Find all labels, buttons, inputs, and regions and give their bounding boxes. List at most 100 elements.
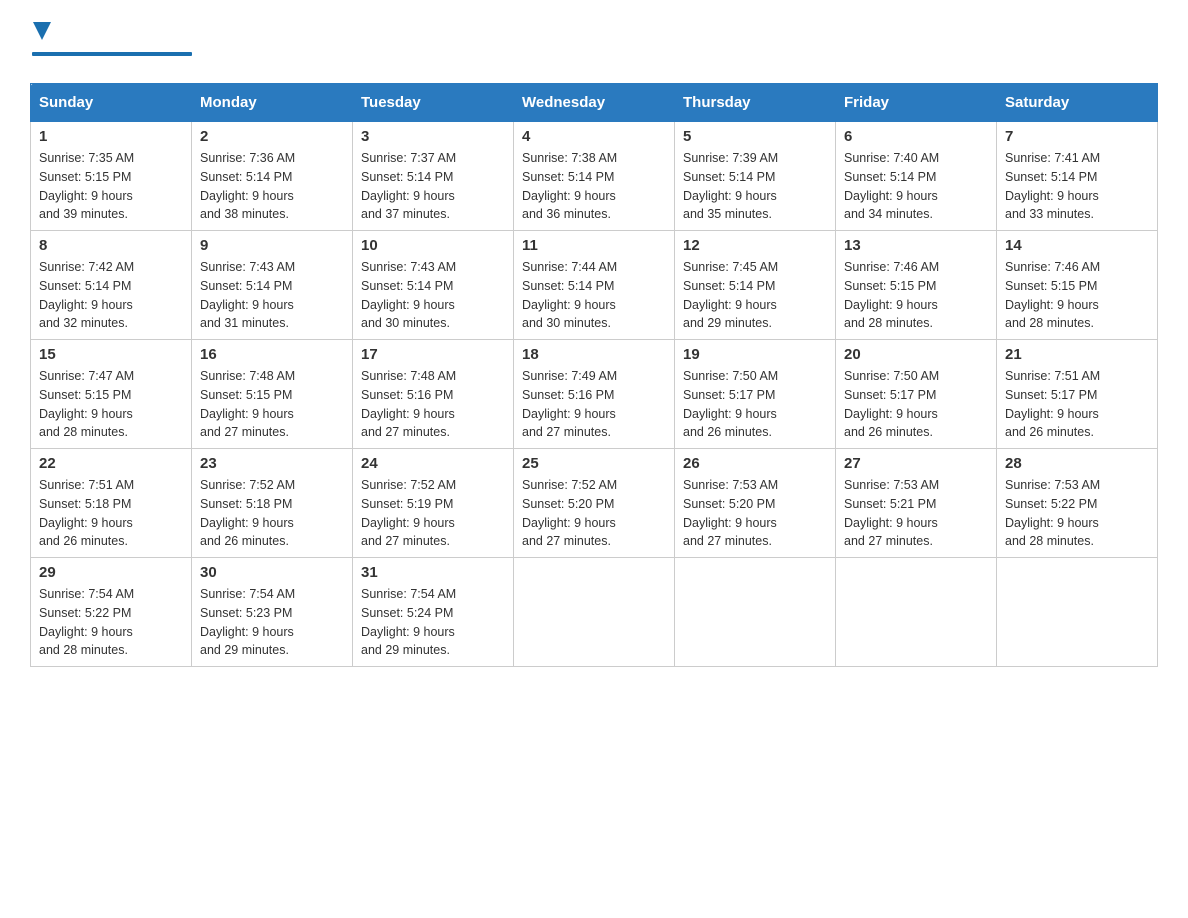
day-info: Sunrise: 7:52 AM Sunset: 5:18 PM Dayligh… — [200, 476, 344, 551]
calendar-cell: 22 Sunrise: 7:51 AM Sunset: 5:18 PM Dayl… — [31, 449, 192, 558]
day-info: Sunrise: 7:49 AM Sunset: 5:16 PM Dayligh… — [522, 367, 666, 442]
header-monday: Monday — [192, 84, 353, 122]
day-number: 10 — [361, 237, 505, 254]
calendar-cell: 24 Sunrise: 7:52 AM Sunset: 5:19 PM Dayl… — [353, 449, 514, 558]
day-info: Sunrise: 7:40 AM Sunset: 5:14 PM Dayligh… — [844, 149, 988, 224]
calendar-cell: 12 Sunrise: 7:45 AM Sunset: 5:14 PM Dayl… — [675, 231, 836, 340]
week-row-4: 22 Sunrise: 7:51 AM Sunset: 5:18 PM Dayl… — [31, 449, 1158, 558]
header-tuesday: Tuesday — [353, 84, 514, 122]
day-info: Sunrise: 7:48 AM Sunset: 5:16 PM Dayligh… — [361, 367, 505, 442]
calendar-cell: 16 Sunrise: 7:48 AM Sunset: 5:15 PM Dayl… — [192, 340, 353, 449]
logo-triangle-icon — [33, 22, 51, 40]
week-row-1: 1 Sunrise: 7:35 AM Sunset: 5:15 PM Dayli… — [31, 122, 1158, 231]
calendar-cell: 20 Sunrise: 7:50 AM Sunset: 5:17 PM Dayl… — [836, 340, 997, 449]
day-info: Sunrise: 7:54 AM Sunset: 5:23 PM Dayligh… — [200, 585, 344, 660]
day-number: 15 — [39, 346, 183, 363]
day-info: Sunrise: 7:52 AM Sunset: 5:19 PM Dayligh… — [361, 476, 505, 551]
day-info: Sunrise: 7:52 AM Sunset: 5:20 PM Dayligh… — [522, 476, 666, 551]
calendar-cell: 13 Sunrise: 7:46 AM Sunset: 5:15 PM Dayl… — [836, 231, 997, 340]
calendar-table: Sunday Monday Tuesday Wednesday Thursday… — [30, 83, 1158, 667]
day-info: Sunrise: 7:42 AM Sunset: 5:14 PM Dayligh… — [39, 258, 183, 333]
day-info: Sunrise: 7:51 AM Sunset: 5:18 PM Dayligh… — [39, 476, 183, 551]
day-info: Sunrise: 7:53 AM Sunset: 5:20 PM Dayligh… — [683, 476, 827, 551]
day-info: Sunrise: 7:53 AM Sunset: 5:22 PM Dayligh… — [1005, 476, 1149, 551]
day-info: Sunrise: 7:41 AM Sunset: 5:14 PM Dayligh… — [1005, 149, 1149, 224]
calendar-cell: 19 Sunrise: 7:50 AM Sunset: 5:17 PM Dayl… — [675, 340, 836, 449]
header-row: Sunday Monday Tuesday Wednesday Thursday… — [31, 84, 1158, 122]
calendar-cell: 28 Sunrise: 7:53 AM Sunset: 5:22 PM Dayl… — [997, 449, 1158, 558]
day-number: 17 — [361, 346, 505, 363]
day-number: 21 — [1005, 346, 1149, 363]
calendar-cell: 31 Sunrise: 7:54 AM Sunset: 5:24 PM Dayl… — [353, 558, 514, 667]
day-info: Sunrise: 7:39 AM Sunset: 5:14 PM Dayligh… — [683, 149, 827, 224]
calendar-cell — [836, 558, 997, 667]
day-number: 27 — [844, 455, 988, 472]
day-number: 18 — [522, 346, 666, 363]
day-info: Sunrise: 7:54 AM Sunset: 5:22 PM Dayligh… — [39, 585, 183, 660]
calendar-cell: 14 Sunrise: 7:46 AM Sunset: 5:15 PM Dayl… — [997, 231, 1158, 340]
day-number: 11 — [522, 237, 666, 254]
day-number: 14 — [1005, 237, 1149, 254]
calendar-cell: 18 Sunrise: 7:49 AM Sunset: 5:16 PM Dayl… — [514, 340, 675, 449]
day-info: Sunrise: 7:47 AM Sunset: 5:15 PM Dayligh… — [39, 367, 183, 442]
calendar-cell: 8 Sunrise: 7:42 AM Sunset: 5:14 PM Dayli… — [31, 231, 192, 340]
calendar-cell: 5 Sunrise: 7:39 AM Sunset: 5:14 PM Dayli… — [675, 122, 836, 231]
day-number: 26 — [683, 455, 827, 472]
day-number: 12 — [683, 237, 827, 254]
day-number: 24 — [361, 455, 505, 472]
day-number: 13 — [844, 237, 988, 254]
header-friday: Friday — [836, 84, 997, 122]
calendar-cell: 4 Sunrise: 7:38 AM Sunset: 5:14 PM Dayli… — [514, 122, 675, 231]
day-info: Sunrise: 7:36 AM Sunset: 5:14 PM Dayligh… — [200, 149, 344, 224]
day-number: 2 — [200, 128, 344, 145]
header-thursday: Thursday — [675, 84, 836, 122]
calendar-cell: 23 Sunrise: 7:52 AM Sunset: 5:18 PM Dayl… — [192, 449, 353, 558]
day-number: 1 — [39, 128, 183, 145]
day-info: Sunrise: 7:53 AM Sunset: 5:21 PM Dayligh… — [844, 476, 988, 551]
day-info: Sunrise: 7:48 AM Sunset: 5:15 PM Dayligh… — [200, 367, 344, 442]
calendar-cell: 26 Sunrise: 7:53 AM Sunset: 5:20 PM Dayl… — [675, 449, 836, 558]
calendar-cell: 25 Sunrise: 7:52 AM Sunset: 5:20 PM Dayl… — [514, 449, 675, 558]
header-saturday: Saturday — [997, 84, 1158, 122]
day-info: Sunrise: 7:44 AM Sunset: 5:14 PM Dayligh… — [522, 258, 666, 333]
calendar-cell — [514, 558, 675, 667]
day-info: Sunrise: 7:43 AM Sunset: 5:14 PM Dayligh… — [200, 258, 344, 333]
calendar-cell: 30 Sunrise: 7:54 AM Sunset: 5:23 PM Dayl… — [192, 558, 353, 667]
calendar-cell: 27 Sunrise: 7:53 AM Sunset: 5:21 PM Dayl… — [836, 449, 997, 558]
day-number: 5 — [683, 128, 827, 145]
calendar-cell: 3 Sunrise: 7:37 AM Sunset: 5:14 PM Dayli… — [353, 122, 514, 231]
calendar-cell: 1 Sunrise: 7:35 AM Sunset: 5:15 PM Dayli… — [31, 122, 192, 231]
week-row-5: 29 Sunrise: 7:54 AM Sunset: 5:22 PM Dayl… — [31, 558, 1158, 667]
header-sunday: Sunday — [31, 84, 192, 122]
day-info: Sunrise: 7:50 AM Sunset: 5:17 PM Dayligh… — [844, 367, 988, 442]
calendar-cell: 6 Sunrise: 7:40 AM Sunset: 5:14 PM Dayli… — [836, 122, 997, 231]
day-info: Sunrise: 7:46 AM Sunset: 5:15 PM Dayligh… — [1005, 258, 1149, 333]
day-number: 7 — [1005, 128, 1149, 145]
day-info: Sunrise: 7:43 AM Sunset: 5:14 PM Dayligh… — [361, 258, 505, 333]
day-number: 25 — [522, 455, 666, 472]
logo — [30, 20, 192, 63]
day-number: 16 — [200, 346, 344, 363]
day-number: 4 — [522, 128, 666, 145]
calendar-cell — [997, 558, 1158, 667]
day-number: 19 — [683, 346, 827, 363]
logo-underline — [32, 52, 192, 58]
day-number: 20 — [844, 346, 988, 363]
day-number: 8 — [39, 237, 183, 254]
week-row-3: 15 Sunrise: 7:47 AM Sunset: 5:15 PM Dayl… — [31, 340, 1158, 449]
day-number: 9 — [200, 237, 344, 254]
calendar-cell: 15 Sunrise: 7:47 AM Sunset: 5:15 PM Dayl… — [31, 340, 192, 449]
calendar-cell: 29 Sunrise: 7:54 AM Sunset: 5:22 PM Dayl… — [31, 558, 192, 667]
day-info: Sunrise: 7:50 AM Sunset: 5:17 PM Dayligh… — [683, 367, 827, 442]
day-number: 28 — [1005, 455, 1149, 472]
day-number: 22 — [39, 455, 183, 472]
calendar-cell: 17 Sunrise: 7:48 AM Sunset: 5:16 PM Dayl… — [353, 340, 514, 449]
day-number: 31 — [361, 564, 505, 581]
calendar-cell: 2 Sunrise: 7:36 AM Sunset: 5:14 PM Dayli… — [192, 122, 353, 231]
page-header — [30, 20, 1158, 63]
calendar-cell: 10 Sunrise: 7:43 AM Sunset: 5:14 PM Dayl… — [353, 231, 514, 340]
logo-blue-part — [30, 20, 51, 45]
day-info: Sunrise: 7:51 AM Sunset: 5:17 PM Dayligh… — [1005, 367, 1149, 442]
calendar-cell: 11 Sunrise: 7:44 AM Sunset: 5:14 PM Dayl… — [514, 231, 675, 340]
calendar-cell: 9 Sunrise: 7:43 AM Sunset: 5:14 PM Dayli… — [192, 231, 353, 340]
